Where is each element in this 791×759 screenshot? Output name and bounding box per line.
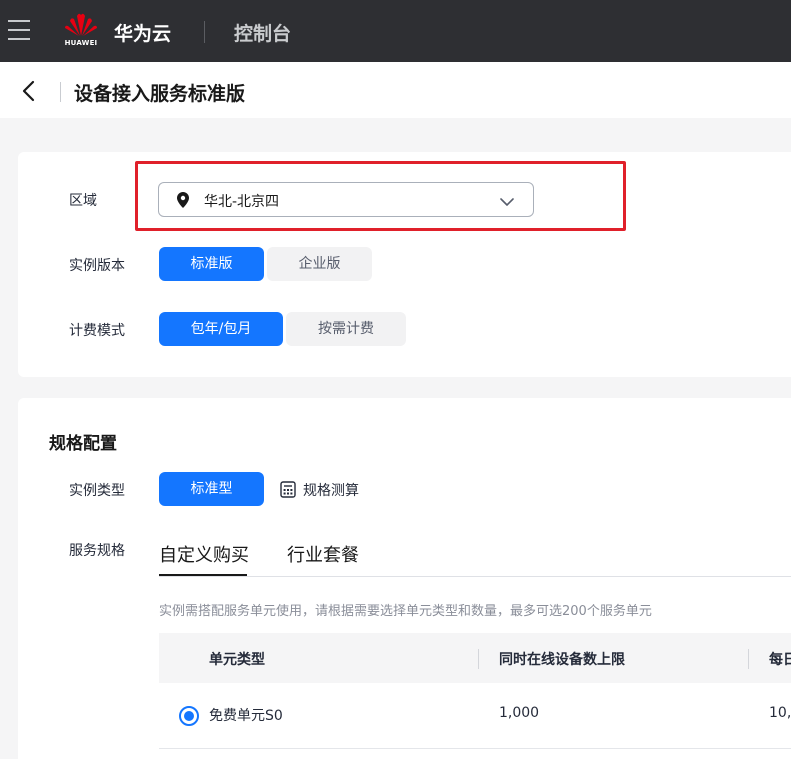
billing-on-demand-option[interactable]: 按需计费: [286, 312, 406, 346]
cell-unit-type: 免费单元S0: [209, 708, 283, 724]
chevron-down-icon: [499, 193, 515, 212]
console-link[interactable]: 控制台: [234, 19, 291, 46]
basic-config-card: 区域 华北-北京四 实例版本 标准版 企业版 计费模式 包年/包月 按需计费: [18, 152, 791, 377]
edition-label: 实例版本: [69, 258, 125, 274]
column-header-daily: 每日: [769, 652, 791, 668]
logo-text: HUAWEI: [64, 39, 98, 47]
hamburger-menu-icon[interactable]: [8, 20, 32, 42]
region-select[interactable]: 华北-北京四: [158, 182, 534, 217]
brand-name[interactable]: 华为云: [114, 19, 171, 46]
service-spec-label: 服务规格: [69, 543, 125, 559]
tab-industry-package[interactable]: 行业套餐: [287, 541, 359, 567]
cell-daily: 10,0: [769, 705, 791, 721]
column-header-unit-type: 单元类型: [209, 652, 265, 668]
edition-enterprise-option[interactable]: 企业版: [267, 247, 372, 281]
back-arrow-icon[interactable]: [18, 79, 42, 103]
page-header: 设备接入服务标准版: [0, 62, 791, 118]
section-title: 规格配置: [49, 434, 117, 454]
table-header: 单元类型 同时在线设备数上限 每日: [159, 633, 791, 683]
billing-label: 计费模式: [69, 323, 125, 339]
column-header-online-limit: 同时在线设备数上限: [499, 652, 625, 668]
tab-custom-purchase[interactable]: 自定义购买: [159, 541, 249, 567]
topbar-divider: [204, 21, 205, 43]
instance-type-standard-option[interactable]: 标准型: [159, 472, 264, 506]
region-label: 区域: [69, 193, 97, 209]
edition-standard-option[interactable]: 标准版: [159, 247, 264, 281]
huawei-logo[interactable]: HUAWEI: [62, 12, 100, 50]
instance-type-label: 实例类型: [69, 483, 125, 499]
calculator-icon: [280, 481, 296, 502]
unit-radio-selected[interactable]: [179, 706, 199, 726]
active-tab-indicator: [159, 574, 247, 576]
cell-online-limit: 1,000: [499, 705, 540, 721]
page-title: 设备接入服务标准版: [74, 83, 246, 105]
header-divider: [60, 82, 61, 102]
unit-selection-hint: 实例需搭配服务单元使用，请根据需要选择单元类型和数量，最多可选200个服务单元: [159, 604, 652, 619]
purchase-tabs: 自定义购买 行业套餐: [159, 531, 791, 577]
column-separator: [478, 649, 479, 669]
column-separator: [748, 649, 749, 669]
spec-config-card: 规格配置 实例类型 标准型 规格测算 服务规格 自定义购买 行业套餐 实例需搭配…: [18, 398, 791, 759]
table-row[interactable]: 免费单元S0 1,000 10,0: [159, 683, 791, 749]
billing-yearly-monthly-option[interactable]: 包年/包月: [159, 312, 283, 346]
top-navigation-bar: HUAWEI 华为云 控制台: [0, 0, 791, 62]
region-value: 华北-北京四: [204, 194, 280, 210]
spec-calculator-label: 规格测算: [303, 483, 359, 499]
location-pin-icon: [177, 192, 189, 212]
